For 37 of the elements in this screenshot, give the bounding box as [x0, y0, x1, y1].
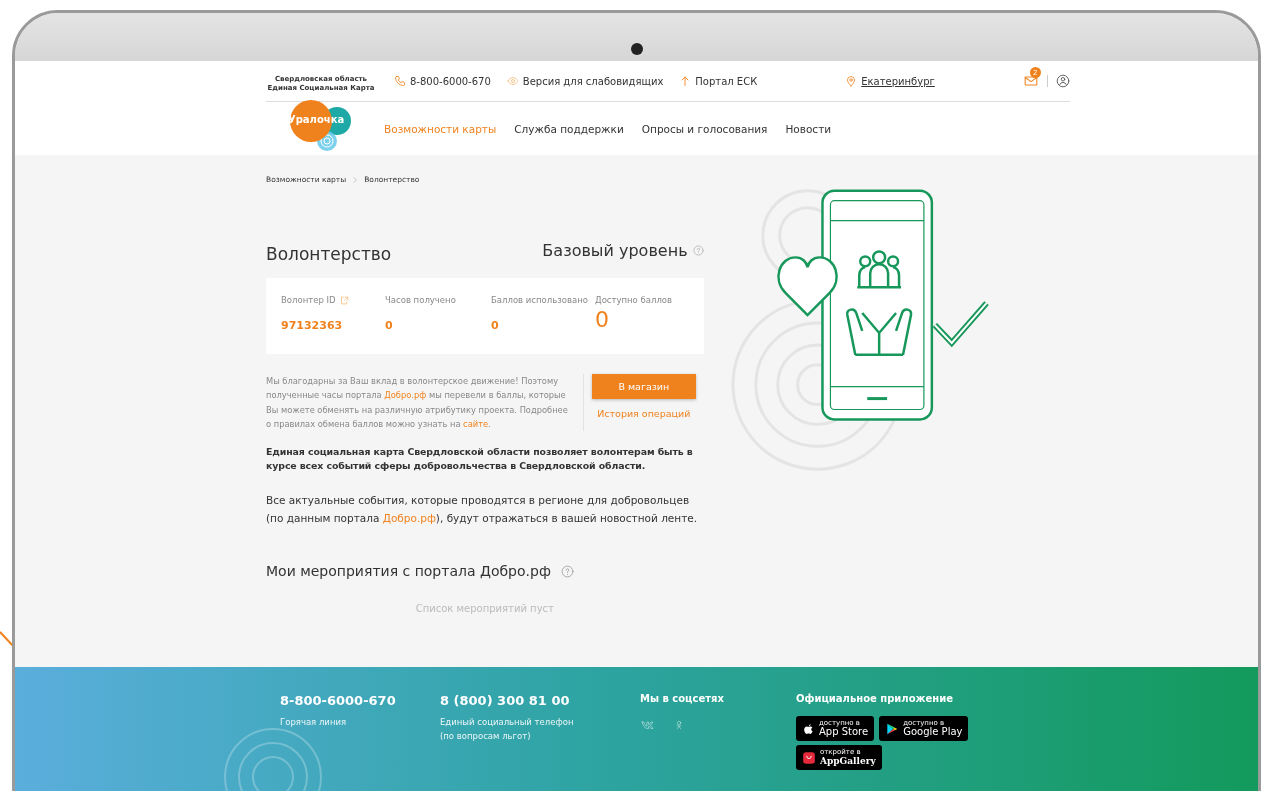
chevron-right-icon — [351, 175, 360, 184]
stat-value: 0 — [491, 319, 500, 333]
social-title: Мы в соцсетях — [640, 693, 725, 705]
description-text: Единая социальная карта Свердловской области позволяет волонтерам быть в курсе всех событий сферы добровольчества в Свердловской области. — [266, 445, 694, 473]
section-title: Мои мероприятия с портала Добро.рф — [266, 563, 551, 580]
city-selector[interactable]: Екатеринбург — [845, 75, 935, 87]
location-pin-icon — [845, 75, 858, 87]
stat-label: Доступно баллов — [595, 295, 673, 306]
eye-icon — [506, 75, 519, 87]
events-text: Все актуальные события, которые проводятся в регионе для добровольцев (по данным портала Добро.рф), будут отражаться в вашей новостной ленте. — [266, 492, 699, 526]
stat-label: Баллов использовано — [491, 295, 588, 306]
app-title: Официальное приложение — [796, 693, 954, 705]
mail-icon — [1022, 74, 1039, 88]
phone-caption: Горячая линия — [280, 716, 348, 730]
info-text: Мы благодарны за Ваш вклад в волонтерское движение! Поэтому полученные часы портала Добро.рф мы перевели в баллы, которые Вы можете обменять на различную атрибутику проекта. Подробнее о правилах обмена баллов можно узнать на сайте. — [266, 374, 584, 432]
level-title: Базовый уровень — [542, 240, 688, 260]
apple-icon — [802, 721, 815, 736]
phone-link[interactable]: 8-800-6000-670 — [394, 75, 491, 87]
stat-value: 0 — [595, 307, 610, 333]
nav-link[interactable]: Новости — [785, 122, 832, 135]
stat-label: Волонтер ID — [281, 295, 336, 306]
nav-link[interactable]: Служба поддержки — [514, 122, 624, 135]
user-icon — [1055, 74, 1070, 88]
help-icon — [560, 564, 574, 578]
stat-value: 0 — [385, 319, 394, 333]
stat-label: Часов получено — [385, 295, 456, 306]
app-gallery-icon — [802, 750, 816, 765]
help-icon — [692, 244, 704, 256]
phone-icon — [394, 75, 406, 87]
page-title: Волонтерство — [266, 243, 392, 265]
phone-caption: Единый социальный телефон (по вопросам льгот) — [440, 716, 575, 744]
portal-link[interactable]: Портал ЕСК — [679, 75, 758, 87]
nav-link[interactable]: Опросы и голосования — [641, 122, 768, 135]
camera-dot — [630, 43, 643, 55]
copy-icon — [339, 295, 349, 305]
low-vision-link[interactable]: Версия для слабовидящих — [506, 75, 664, 87]
stat-value: 97132363 — [281, 319, 344, 333]
